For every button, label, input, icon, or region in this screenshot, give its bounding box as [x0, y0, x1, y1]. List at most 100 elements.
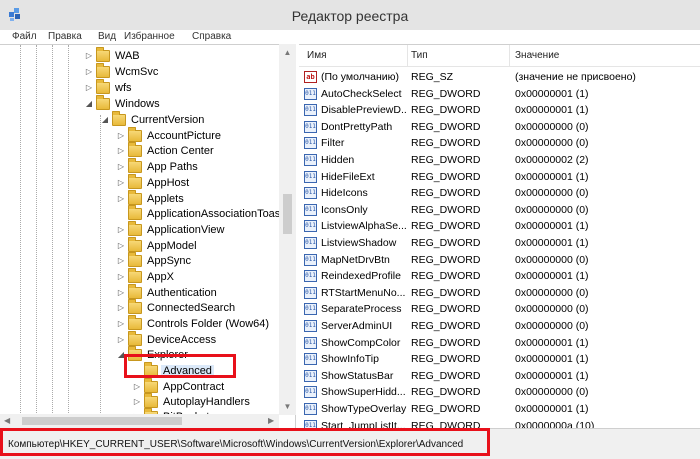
- tree-horizontal-scrollbar[interactable]: ◀ ▶: [0, 414, 279, 428]
- tree-node-appx[interactable]: ▷ AppX: [116, 268, 176, 285]
- scrollbar-thumb[interactable]: [283, 194, 292, 234]
- dword-value-icon: 011: [304, 253, 317, 266]
- menu-favorites[interactable]: Избранное: [124, 30, 175, 43]
- collapse-arrow-icon[interactable]: ◢: [100, 115, 110, 125]
- tree-node-applets[interactable]: ▷ Applets: [116, 190, 186, 207]
- menu-edit[interactable]: Правка: [48, 30, 82, 43]
- value-name: ShowTypeOverlay: [321, 403, 407, 415]
- scroll-right-icon[interactable]: ▶: [268, 416, 274, 425]
- expand-arrow-icon[interactable]: ▷: [132, 397, 142, 407]
- value-name: HideFileExt: [321, 170, 375, 183]
- expand-arrow-icon[interactable]: ▷: [116, 162, 126, 172]
- tree-node-appsync[interactable]: ▷ AppSync: [116, 252, 193, 269]
- registry-value-row[interactable]: 011 ServerAdminUI REG_DWORD 0x00000000 (0): [299, 318, 700, 335]
- value-name: Filter: [321, 137, 345, 150]
- expand-arrow-icon[interactable]: ▷: [116, 335, 126, 345]
- tree-node-label: Controls Folder (Wow64): [147, 318, 270, 330]
- registry-value-row[interactable]: 011 AutoCheckSelect REG_DWORD 0x00000001 (1…: [299, 86, 700, 103]
- registry-value-row[interactable]: 011 Hidden REG_DWORD 0x00000002 (2): [299, 152, 700, 169]
- registry-value-row[interactable]: 011 ShowSuperHidd... REG_DWORD 0x00000000 (…: [299, 384, 700, 401]
- column-header-separator[interactable]: [509, 45, 510, 67]
- folder-icon: [128, 205, 142, 220]
- column-header-type[interactable]: Тип: [411, 50, 428, 61]
- registry-value-row[interactable]: 011 RTStartMenuNo... REG_DWORD 0x00000000 (…: [299, 285, 700, 302]
- tree-node-applicationassociationtoasts[interactable]: ApplicationAssociationToasts: [116, 205, 291, 222]
- registry-value-row[interactable]: 011 MapNetDrvBtn REG_DWORD 0x00000000 (0): [299, 252, 700, 269]
- expand-arrow-icon[interactable]: ▷: [116, 241, 126, 251]
- collapse-arrow-icon[interactable]: ◢: [84, 99, 94, 109]
- value-name: ListviewAlphaSe...: [321, 220, 407, 233]
- tree-node-label: ApplicationAssociationToasts: [147, 208, 289, 220]
- tree-node-app-paths[interactable]: ▷ App Paths: [116, 158, 200, 175]
- expand-arrow-icon[interactable]: ▷: [132, 382, 142, 392]
- registry-value-row[interactable]: 011 DontPrettyPath REG_DWORD 0x00000000 (0): [299, 119, 700, 136]
- registry-value-row[interactable]: 011 SeparateProcess REG_DWORD 0x00000000 (0…: [299, 301, 700, 318]
- registry-value-row[interactable]: 011 ShowCompColor REG_DWORD 0x00000001 (1): [299, 335, 700, 352]
- registry-value-row[interactable]: 011 ShowStatusBar REG_DWORD 0x00000001 (1): [299, 368, 700, 385]
- column-header-name[interactable]: Имя: [307, 50, 326, 61]
- menu-file[interactable]: Файл: [12, 30, 37, 43]
- expand-arrow-icon[interactable]: ▷: [116, 225, 126, 235]
- registry-value-row[interactable]: 011 HideIcons REG_DWORD 0x00000000 (0): [299, 185, 700, 202]
- tree-node-wab[interactable]: ▷ WAB: [84, 47, 142, 64]
- values-list[interactable]: Имя Тип Значение ab (По умолчанию) REG_SZ (…: [299, 44, 700, 428]
- folder-icon: [128, 158, 142, 173]
- tree-node-action-center[interactable]: ▷ Action Center: [116, 142, 216, 159]
- tree-node-applicationview[interactable]: ▷ ApplicationView: [116, 221, 226, 238]
- menu-help[interactable]: Справка: [192, 30, 231, 43]
- registry-value-row[interactable]: 011 ListviewShadow REG_DWORD 0x00000001 (1): [299, 235, 700, 252]
- registry-value-row[interactable]: 011 ListviewAlphaSe... REG_DWORD 0x00000001…: [299, 218, 700, 235]
- dword-value-icon: 011: [304, 237, 317, 249]
- registry-value-row[interactable]: 011 ReindexedProfile REG_DWORD 0x00000001 (…: [299, 268, 700, 285]
- dword-value-icon: 011: [304, 187, 317, 200]
- registry-value-row[interactable]: 011 IconsOnly REG_DWORD 0x00000000 (0): [299, 202, 700, 219]
- value-data: 0x00000001 (1): [515, 104, 589, 117]
- folder-icon: [128, 252, 142, 267]
- expand-arrow-icon[interactable]: ▷: [84, 67, 94, 77]
- folder-icon: [112, 111, 126, 126]
- value-data: 0x00000001 (1): [515, 353, 589, 366]
- folder-icon: [128, 315, 142, 330]
- expand-arrow-icon[interactable]: ▷: [116, 288, 126, 298]
- tree-vertical-scrollbar[interactable]: ▲ ▼: [279, 44, 296, 415]
- expand-arrow-icon[interactable]: ▷: [116, 256, 126, 266]
- value-type: REG_DWORD: [411, 203, 481, 216]
- scrollbar-thumb[interactable]: [22, 417, 182, 425]
- expand-arrow-icon[interactable]: ▷: [116, 303, 126, 313]
- value-data: 0x00000000 (0): [515, 286, 589, 299]
- expand-arrow-icon[interactable]: ▷: [116, 194, 126, 204]
- registry-value-row[interactable]: ab (По умолчанию) REG_SZ (значение не присв…: [299, 69, 700, 86]
- list-header: Имя Тип Значение: [299, 45, 700, 67]
- registry-value-row[interactable]: 011 HideFileExt REG_DWORD 0x00000001 (1): [299, 169, 700, 186]
- expand-arrow-icon[interactable]: ▷: [116, 146, 126, 156]
- column-header-value[interactable]: Значение: [515, 50, 559, 61]
- menu-view[interactable]: Вид: [98, 30, 116, 43]
- registry-value-row[interactable]: 011 Filter REG_DWORD 0x00000000 (0): [299, 135, 700, 152]
- tree-node-controls-folder-wow64[interactable]: ▷ Controls Folder (Wow64): [116, 315, 271, 332]
- folder-icon: [128, 237, 142, 252]
- registry-value-row[interactable]: 011 Start_JumpListIt... REG_DWORD 0x0000000…: [299, 418, 700, 428]
- tree-node-wcmsvc[interactable]: ▷ WcmSvc: [84, 63, 160, 80]
- expand-arrow-icon[interactable]: ▷: [116, 178, 126, 188]
- expand-arrow-icon[interactable]: ▷: [116, 131, 126, 141]
- scroll-down-icon[interactable]: ▼: [283, 402, 292, 411]
- registry-value-row[interactable]: 011 ShowTypeOverlay REG_DWORD 0x00000001 (1…: [299, 401, 700, 418]
- tree-node-currentversion[interactable]: ◢ CurrentVersion: [100, 111, 206, 128]
- expand-arrow-icon[interactable]: ▷: [116, 319, 126, 329]
- tree-node-label: CurrentVersion: [131, 114, 205, 126]
- expand-arrow-icon[interactable]: ▷: [84, 83, 94, 93]
- expand-arrow-icon[interactable]: ▷: [116, 272, 126, 282]
- value-name: MapNetDrvBtn: [321, 253, 390, 266]
- tree-node-connectedsearch[interactable]: ▷ ConnectedSearch: [116, 299, 237, 316]
- tree-node-apphost[interactable]: ▷ AppHost: [116, 174, 191, 191]
- dword-value-icon: 011: [304, 170, 317, 183]
- column-separator[interactable]: [407, 45, 408, 67]
- tree-node-wfs[interactable]: ▷ wfs: [84, 79, 134, 96]
- dword-value-icon: 011: [304, 320, 317, 332]
- tree-node-windows[interactable]: ◢ Windows: [84, 95, 162, 112]
- scroll-left-icon[interactable]: ◀: [4, 416, 10, 425]
- registry-value-row[interactable]: 011 ShowInfoTip REG_DWORD 0x00000001 (1): [299, 351, 700, 368]
- registry-value-row[interactable]: 011 DisablePreviewD... REG_DWORD 0x00000001…: [299, 102, 700, 119]
- scroll-up-icon[interactable]: ▲: [283, 48, 292, 57]
- expand-arrow-icon[interactable]: ▷: [84, 51, 94, 61]
